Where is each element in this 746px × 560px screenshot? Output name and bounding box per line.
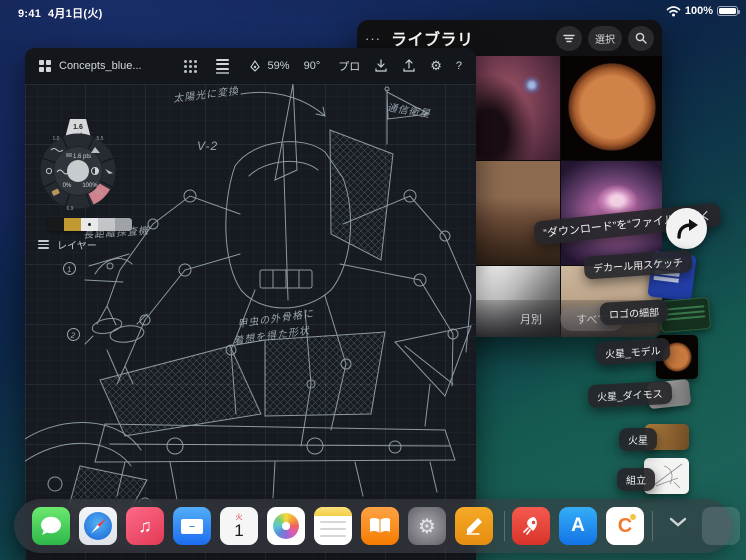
settings-gear-glyph: ⚙ — [418, 515, 436, 538]
layers-panel-button[interactable] — [212, 58, 234, 74]
rotation-value[interactable]: 90° — [304, 60, 321, 72]
dock-app-mail[interactable] — [173, 507, 211, 545]
dock-app-rocket[interactable] — [512, 507, 550, 545]
dock-app-messages[interactable] — [32, 507, 70, 545]
layers-label: レイヤー — [57, 241, 97, 252]
zoom-level[interactable]: 59% — [268, 60, 290, 72]
wheel-size-right: 5.5 — [97, 136, 104, 142]
chevron-down-icon — [669, 517, 687, 527]
dock-app-music[interactable]: ♫ — [126, 507, 164, 545]
swatch-gray[interactable] — [115, 218, 132, 231]
tool-wheel[interactable]: 1.6 1.6 pts 0% 100% 1.0 5.5 6.9 — [39, 114, 119, 216]
grid-settings-button[interactable] — [180, 59, 202, 73]
drawing-toolbar: Concepts_blue... 59% 90° プロ ⚙ ? — [25, 48, 476, 84]
dock-app-library[interactable] — [702, 507, 740, 545]
pen-mode-button[interactable] — [244, 59, 266, 73]
dock-divider — [652, 511, 653, 541]
color-swatch-bar[interactable] — [48, 218, 132, 231]
share-forward-button[interactable] — [666, 208, 707, 249]
pen-nib-icon — [249, 60, 260, 72]
music-note-icon: ♫ — [138, 515, 152, 536]
wheel-opacity-max: 100% — [82, 183, 98, 189]
document-title[interactable]: Concepts_blue... — [59, 60, 142, 72]
export-share-icon[interactable] — [402, 59, 416, 73]
drag-label-assembly[interactable]: 組立 — [617, 468, 655, 491]
stack-lines-icon — [216, 58, 230, 74]
swatch-white-selected[interactable] — [81, 218, 98, 231]
calendar-day: 1 — [234, 520, 244, 540]
open-book-icon — [370, 517, 390, 533]
filter-lines-icon — [563, 34, 575, 42]
forward-arrow-icon — [676, 218, 698, 239]
layers-icon — [38, 240, 49, 249]
mail-envelope-icon — [181, 518, 203, 534]
status-date: 4月1日(火) — [47, 8, 103, 20]
select-button[interactable]: 選択 — [588, 25, 622, 51]
dock-app-calendar[interactable]: 火 1 — [220, 507, 258, 545]
wifi-icon — [666, 5, 681, 16]
dock-app-c[interactable]: C — [606, 507, 644, 545]
more-options-button[interactable]: ··· — [365, 31, 391, 46]
annotation-version: V-2 — [197, 139, 219, 153]
photo-tile-mars-globe[interactable] — [561, 56, 662, 160]
ipad-screen: 9:41 4月1日(火) 100% ··· ライブラリ 選択 月別 すべて 太陽… — [0, 0, 746, 560]
photos-flower-icon — [273, 513, 299, 539]
wheel-active-size-label: 1.6 — [73, 124, 83, 131]
swatch-lightgray[interactable] — [98, 218, 115, 231]
dock-divider — [504, 511, 505, 541]
help-button[interactable]: ? — [456, 60, 462, 72]
status-time: 9:41 — [18, 8, 42, 20]
dock-app-concepts[interactable] — [455, 507, 493, 545]
swatch-gold[interactable] — [64, 218, 81, 231]
dock-app-notes[interactable] — [314, 507, 352, 545]
notes-icon — [314, 507, 352, 516]
dock-app-photos[interactable] — [267, 507, 305, 545]
filter-button[interactable] — [556, 25, 582, 51]
settings-gear-icon[interactable]: ⚙ — [430, 58, 442, 74]
drag-label-logo[interactable]: ロゴの細部 — [599, 299, 669, 326]
pro-button[interactable]: プロ — [338, 58, 360, 74]
wheel-size-left: 1.0 — [53, 136, 60, 142]
swatch-black[interactable] — [48, 218, 64, 231]
dock-app-books[interactable] — [361, 507, 399, 545]
import-icon[interactable] — [374, 59, 388, 73]
wheel-size-pts: 1.6 pts — [73, 154, 91, 160]
search-icon — [635, 32, 647, 44]
wheel-size-bottom: 6.9 — [67, 206, 74, 212]
dock-app-safari[interactable] — [79, 507, 117, 545]
dock-hide-chevron-button[interactable] — [662, 517, 694, 527]
battery-icon — [717, 6, 740, 16]
appstore-a-glyph: A — [571, 515, 585, 536]
rocket-icon — [523, 517, 537, 535]
drawing-canvas[interactable]: 太陽光に変換 通信衛星 V-2 長距離探査機 1 2 甲虫の外骨格に 着想を得た… — [25, 84, 476, 560]
current-color-dot — [67, 160, 89, 182]
dock: ♫ 火 1 ⚙ A C — [14, 499, 740, 553]
layers-button[interactable]: レイヤー — [38, 237, 97, 252]
wheel-opacity-min: 0% — [63, 183, 72, 189]
gallery-icon[interactable] — [39, 60, 51, 72]
battery-percent: 100% — [684, 5, 713, 17]
status-bar: 9:41 4月1日(火) 100% — [0, 0, 746, 22]
dock-app-appstore[interactable]: A — [559, 507, 597, 545]
c-app-dot — [630, 514, 636, 520]
dock-app-settings[interactable]: ⚙ — [408, 507, 446, 545]
safari-compass-icon — [84, 512, 112, 540]
pen-icon — [466, 518, 482, 535]
search-button[interactable] — [628, 25, 654, 51]
drag-label-deimos[interactable]: 火星_ダイモス — [587, 380, 673, 409]
concepts-drawing-window: 太陽光に変換 通信衛星 V-2 長距離探査機 1 2 甲虫の外骨格に 着想を得た… — [25, 48, 476, 560]
dots-grid-icon — [184, 59, 198, 73]
drag-label-mars[interactable]: 火星 — [619, 428, 657, 451]
tab-monthly[interactable]: 月別 — [520, 311, 542, 327]
photos-title: ライブラリ — [391, 32, 474, 49]
messages-bubble-icon — [41, 516, 61, 535]
